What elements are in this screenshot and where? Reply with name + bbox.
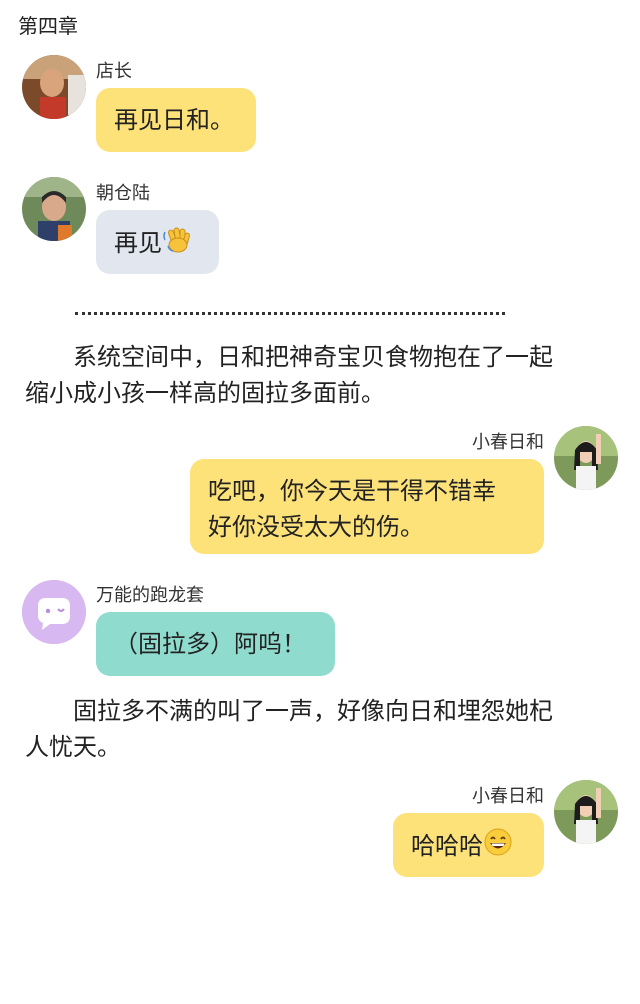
grinning-face-icon [483, 827, 513, 867]
message-bubble[interactable]: 再见 [96, 210, 219, 274]
message-text: （固拉多）阿呜！ [114, 630, 306, 658]
koharu-photo-icon [554, 780, 618, 844]
message-bubble[interactable]: （固拉多）阿呜！ [96, 612, 335, 676]
message-bubble[interactable]: 吃吧，你今天是干得不错幸 好你没受太大的伤。 [190, 459, 544, 554]
narration-paragraph: 固拉多不满的叫了一声，好像向日和埋怨她杞 人忧天。 [25, 693, 625, 765]
asakura-photo-icon [22, 177, 86, 241]
speaker-name: 朝仓陆 [96, 183, 150, 204]
section-divider [75, 312, 505, 315]
avatar-koharu[interactable] [554, 426, 618, 490]
narration-line: 缩小成小孩一样高的固拉多面前。 [25, 379, 385, 407]
speaker-name: 店长 [96, 61, 132, 82]
shopkeeper-photo-icon [22, 55, 86, 119]
speaker-name: 万能的跑龙套 [96, 585, 204, 606]
chapter-title: 第四章 [18, 14, 78, 38]
narration-line: 系统空间中，日和把神奇宝贝食物抱在了一起 [25, 343, 553, 371]
narration-line: 人忧天。 [25, 733, 121, 761]
speaker-name: 小春日和 [472, 432, 544, 453]
avatar-extra[interactable] [22, 580, 86, 644]
avatar-asakura[interactable] [22, 177, 86, 241]
avatar-shopkeeper[interactable] [22, 55, 86, 119]
message-text: 再见日和。 [114, 106, 234, 134]
waving-hand-icon [162, 224, 192, 264]
message-text: 再见 [114, 229, 162, 257]
speaker-name: 小春日和 [472, 786, 544, 807]
message-text: 好你没受太大的伤。 [208, 513, 424, 541]
narration-paragraph: 系统空间中，日和把神奇宝贝食物抱在了一起 缩小成小孩一样高的固拉多面前。 [25, 339, 625, 411]
message-text: 吃吧，你今天是干得不错幸 [208, 477, 496, 505]
message-text: 哈哈哈 [411, 832, 483, 860]
avatar-koharu[interactable] [554, 780, 618, 844]
message-bubble[interactable]: 再见日和。 [96, 88, 256, 152]
chat-bubble-icon [22, 580, 86, 644]
koharu-photo-icon [554, 426, 618, 490]
narration-line: 固拉多不满的叫了一声，好像向日和埋怨她杞 [25, 697, 553, 725]
message-bubble[interactable]: 哈哈哈 [393, 813, 544, 877]
